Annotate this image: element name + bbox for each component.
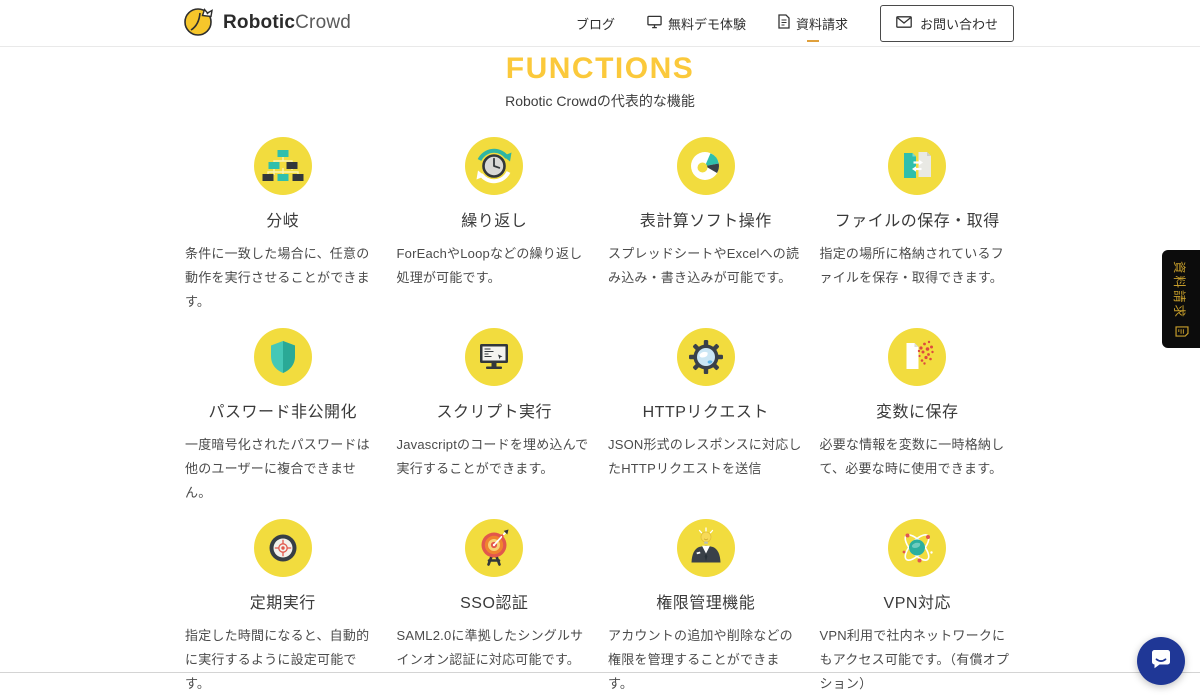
page: RoboticCrowd ブログ 無料デモ体験 資料請求 お問い合わせ FUNC…: [0, 0, 1200, 699]
section-title: FUNCTIONS: [505, 52, 695, 85]
nav-docs-label: 資料請求: [795, 16, 848, 32]
function-title: スクリプト実行: [436, 404, 552, 421]
chat-bubble-icon: [1149, 647, 1173, 676]
function-card: 定期実行 指定した時間になると、自動的に実行するように設定可能です。: [185, 519, 381, 696]
envelope-icon: [896, 15, 912, 31]
nav-demo-label: 無料デモ体験: [667, 16, 746, 32]
functions-grid: 分岐 条件に一致した場合に、任意の動作を実行させることができます。 繰り返し F…: [185, 137, 1015, 696]
function-description: SAML2.0に準拠したシングルサインオン認証に対応可能です。: [396, 628, 584, 667]
function-title: 定期実行: [249, 595, 316, 612]
chat-launcher-button[interactable]: [1137, 637, 1185, 685]
brand-bold: Robotic: [223, 12, 296, 33]
atom-globe-icon: [888, 519, 947, 577]
brand-name: RoboticCrowd: [223, 12, 351, 34]
function-card: 繰り返し ForEachやLoopなどの繰り返し処理が可能です。: [397, 137, 593, 314]
function-card: VPN対応 VPN利用で社内ネットワークにもアクセス可能です。（有償オプション）: [820, 519, 1016, 696]
crosshair-icon: [253, 519, 312, 577]
gear-globe-icon: [676, 328, 735, 386]
function-title: HTTPリクエスト: [642, 404, 769, 421]
function-description: 一度暗号化されたパスワードは他のユーザーに複合できません。: [185, 437, 370, 500]
function-card: HTTPリクエスト JSON形式のレスポンスに対応したHTTPリクエストを送信: [608, 328, 804, 505]
function-title: パスワード非公開化: [208, 404, 357, 421]
contact-button-label: お問い合わせ: [919, 16, 998, 32]
monitor-icon: [647, 15, 662, 32]
side-tab-document-request[interactable]: 資料請求: [1162, 250, 1200, 348]
nav-item-docs[interactable]: 資料請求: [778, 14, 848, 42]
file-transfer-icon: [888, 137, 947, 195]
section-subtitle: Robotic Crowdの代表的な機能: [505, 93, 695, 109]
side-tab-inner: 資料請求: [1162, 250, 1200, 348]
function-card: 変数に保存 必要な情報を変数に一時格納して、必要な時に使用できます。: [820, 328, 1016, 505]
function-description: JSON形式のレスポンスに対応したHTTPリクエストを送信: [608, 437, 802, 476]
footer-divider: [0, 672, 1200, 673]
function-description: Javascriptのコードを埋め込んで実行することができます。: [396, 437, 589, 476]
main-nav: ブログ 無料デモ体験 資料請求 お問い合わせ: [576, 4, 1014, 42]
businessman-icon: [676, 519, 735, 577]
function-title: 表計算ソフト操作: [639, 213, 772, 230]
function-title: ファイルの保存・取得: [834, 213, 1000, 230]
contact-button[interactable]: お問い合わせ: [879, 4, 1014, 42]
side-tab-label: 資料請求: [1172, 260, 1187, 319]
nav-item-demo[interactable]: 無料デモ体験: [647, 14, 746, 33]
function-description: 指定の場所に格納されているファイルを保存・取得できます。: [819, 246, 1004, 285]
function-title: 繰り返し: [461, 213, 528, 230]
function-title: VPN対応: [883, 595, 951, 612]
function-title: SSO認証: [460, 595, 529, 612]
function-description: アカウントの追加や削除などの権限を管理することができます。: [608, 628, 793, 691]
header: RoboticCrowd ブログ 無料デモ体験 資料請求 お問い合わせ: [0, 0, 1200, 47]
function-card: パスワード非公開化 一度暗号化されたパスワードは他のユーザーに複合できません。: [185, 328, 381, 505]
monitor-code-icon: [465, 328, 524, 386]
branch-icon: [253, 137, 312, 195]
nav-blog-label: ブログ: [575, 16, 615, 32]
function-description: スプレッドシートやExcelへの読み込み・書き込みが可能です。: [608, 246, 800, 285]
pie-chart-icon: [676, 137, 735, 195]
shield-icon: [253, 328, 312, 386]
function-description: VPN利用で社内ネットワークにもアクセス可能です。（有償オプション）: [819, 628, 1010, 691]
function-card: ファイルの保存・取得 指定の場所に格納されているファイルを保存・取得できます。: [820, 137, 1016, 314]
function-description: 指定した時間になると、自動的に実行するように設定可能です。: [185, 628, 370, 691]
document-dots-icon: [888, 328, 947, 386]
function-title: 権限管理機能: [656, 595, 756, 612]
nav-active-underline: [806, 39, 819, 42]
function-title: 変数に保存: [875, 404, 959, 421]
logo[interactable]: RoboticCrowd: [183, 5, 351, 42]
function-card: 権限管理機能 アカウントの追加や削除などの権限を管理することができます。: [608, 519, 804, 696]
document-icon: [1173, 326, 1190, 337]
function-card: スクリプト実行 Javascriptのコードを埋め込んで実行することができます。: [397, 328, 593, 505]
nav-item-blog[interactable]: ブログ: [576, 14, 615, 33]
function-card: 分岐 条件に一致した場合に、任意の動作を実行させることができます。: [185, 137, 381, 314]
loop-clock-icon: [465, 137, 524, 195]
function-description: ForEachやLoopなどの繰り返し処理が可能です。: [396, 246, 583, 285]
function-description: 条件に一致した場合に、任意の動作を実行させることができます。: [185, 246, 370, 309]
brand-light: Crowd: [295, 12, 352, 33]
function-description: 必要な情報を変数に一時格納して、必要な時に使用できます。: [819, 437, 1005, 476]
document-icon: [778, 14, 790, 32]
logo-cat-icon: [183, 5, 215, 42]
function-card: 表計算ソフト操作 スプレッドシートやExcelへの読み込み・書き込みが可能です。: [608, 137, 804, 314]
function-card: SSO認証 SAML2.0に準拠したシングルサインオン認証に対応可能です。: [397, 519, 593, 696]
archery-target-icon: [465, 519, 524, 577]
function-title: 分岐: [266, 213, 300, 230]
